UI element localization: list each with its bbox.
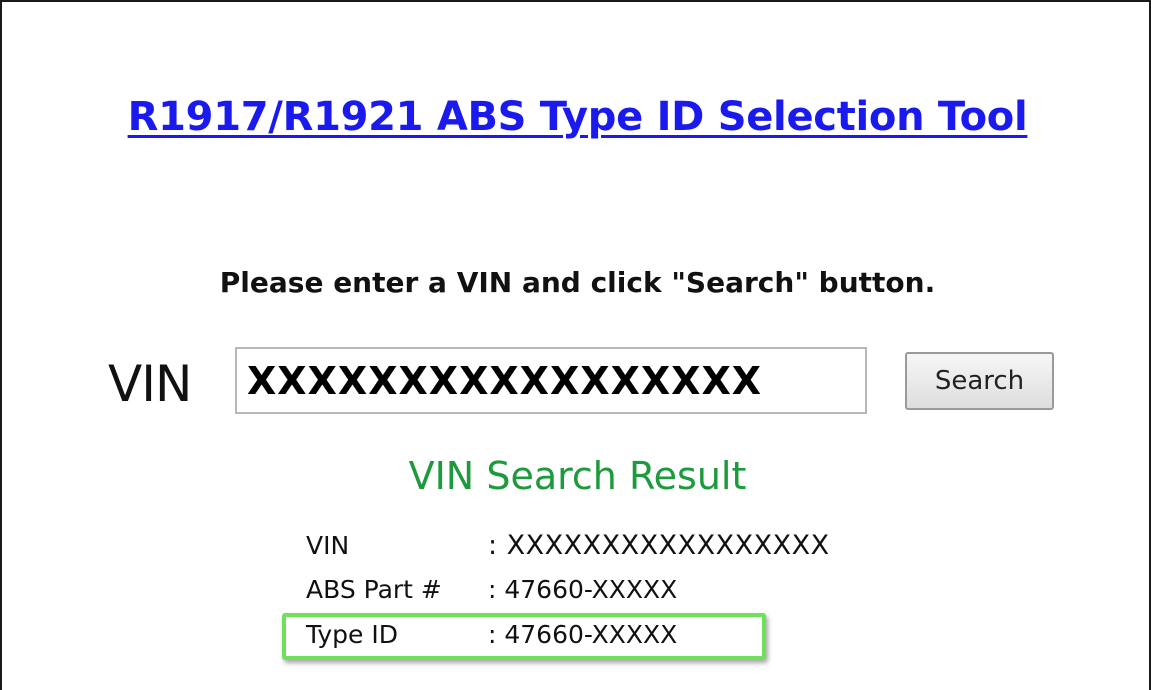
instruction-text: Please enter a VIN and click "Search" bu… [219, 266, 936, 299]
result-row-type-id: Type ID : 47660-XXXXX [306, 620, 677, 649]
result-title: VIN Search Result [408, 454, 747, 498]
search-button[interactable]: Search [905, 352, 1054, 410]
page-title-link[interactable]: R1917/R1921 ABS Type ID Selection Tool [128, 94, 1028, 140]
result-row-vin: VIN : XXXXXXXXXXXXXXXXX [306, 530, 830, 561]
result-key-abs-part: ABS Part # [306, 575, 442, 604]
title-container: R1917/R1921 ABS Type ID Selection Tool [2, 94, 1151, 140]
page-frame: R1917/R1921 ABS Type ID Selection Tool P… [0, 0, 1151, 690]
vin-input[interactable] [235, 347, 867, 414]
result-key-type-id: Type ID [306, 620, 398, 649]
result-value-abs-part: : 47660-XXXXX [488, 575, 678, 604]
result-key-vin: VIN [306, 531, 350, 560]
result-row-abs-part: ABS Part # : 47660-XXXXX [306, 575, 677, 604]
result-value-vin: : XXXXXXXXXXXXXXXXX [488, 530, 830, 561]
vin-label: VIN [108, 355, 192, 413]
result-value-type-id: : 47660-XXXXX [488, 620, 678, 649]
